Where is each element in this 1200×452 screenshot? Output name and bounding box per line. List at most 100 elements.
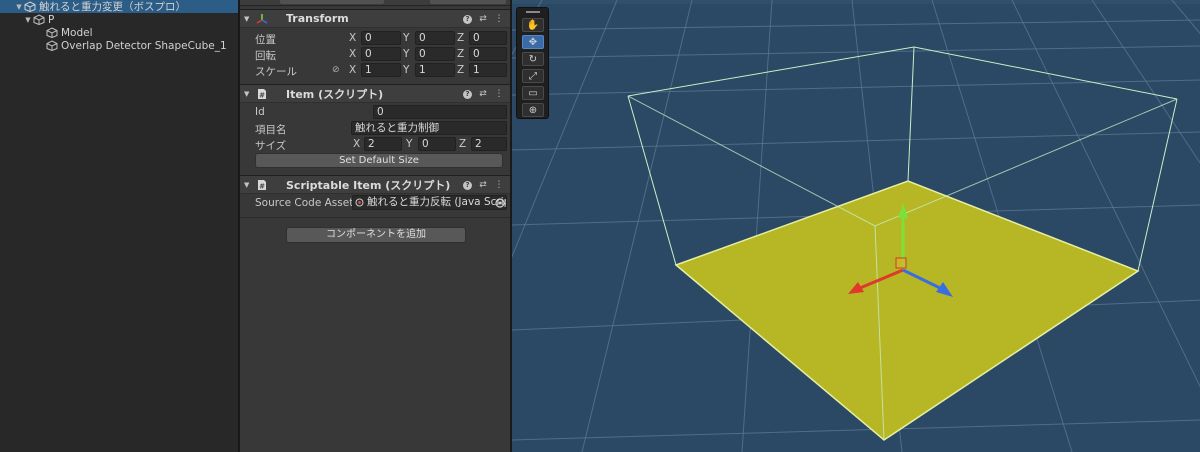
scale-label: スケール xyxy=(255,66,297,78)
hierarchy-item-label: 触れると重力変更（ボスプロ） xyxy=(39,1,186,13)
script-icon: # xyxy=(258,89,266,100)
scale-tool-button[interactable]: ⤢ xyxy=(522,69,544,83)
rotate-tool-button[interactable]: ↻ xyxy=(522,52,544,66)
rotation-y-field[interactable]: 0 xyxy=(415,47,455,61)
size-x-field[interactable]: 2 xyxy=(364,137,402,151)
layer-dropdown[interactable] xyxy=(430,0,506,4)
gizmo-plane-handle[interactable] xyxy=(895,257,907,269)
script-icon: # xyxy=(258,180,266,191)
rotation-label: 回転 xyxy=(255,50,276,62)
hierarchy-panel: ▼ 触れると重力変更（ボスプロ） ▼ P Model Overlap Detec… xyxy=(0,0,238,452)
scale-z-field[interactable]: 1 xyxy=(469,63,507,77)
inspector-top-strip xyxy=(240,0,510,6)
gameobject-cube-icon xyxy=(24,1,36,12)
axis-z-label[interactable]: Z xyxy=(457,32,464,44)
axis-y-label[interactable]: Y xyxy=(403,64,409,76)
scale-x-field[interactable]: 1 xyxy=(361,63,401,77)
fold-arrow-icon[interactable]: ▼ xyxy=(14,3,24,11)
rect-tool-button[interactable]: ▭ xyxy=(522,86,544,100)
tool-strip: ✋ ✥ ↻ ⤢ ▭ ⊕ xyxy=(516,7,549,119)
svg-text:#: # xyxy=(259,183,265,191)
id-label: Id xyxy=(255,106,265,118)
position-label: 位置 xyxy=(255,34,276,46)
component-title: Scriptable Item (スクリプト) xyxy=(286,178,451,192)
component-title: Transform xyxy=(286,12,349,25)
axis-x-label[interactable]: X xyxy=(353,138,360,150)
position-y-field[interactable]: 0 xyxy=(415,31,455,45)
scale-icon: ⤢ xyxy=(529,70,537,82)
hierarchy-item-label: Overlap Detector ShapeCube_1 xyxy=(61,39,227,52)
hierarchy-item-model[interactable]: Model xyxy=(0,26,238,39)
menu-icon[interactable]: ⋮ xyxy=(494,13,504,25)
gameobject-cube-icon xyxy=(46,27,58,38)
rotate-icon: ↻ xyxy=(528,53,538,65)
move-icon: ✥ xyxy=(528,36,538,48)
scene-view[interactable]: ✋ ✥ ↻ ⤢ ▭ ⊕ xyxy=(510,0,1200,452)
fold-arrow-icon[interactable]: ▼ xyxy=(244,15,249,23)
transform-header[interactable]: ▼ Transform ? ⇄ ⋮ xyxy=(240,9,510,28)
size-label: サイズ xyxy=(255,140,287,152)
inspector-panel: ▼ Transform ? ⇄ ⋮ 位置 X 0 Y 0 Z 0 回転 X 0 … xyxy=(240,0,510,452)
scale-y-field[interactable]: 1 xyxy=(415,63,455,77)
add-component-button[interactable]: コンポーネントを追加 xyxy=(286,227,466,243)
transform-tool-button[interactable]: ⊕ xyxy=(522,103,544,117)
rotation-x-field[interactable]: 0 xyxy=(361,47,401,61)
hierarchy-item-root[interactable]: ▼ 触れると重力変更（ボスプロ） xyxy=(0,0,238,13)
id-field[interactable]: 0 xyxy=(373,105,507,119)
item-name-field[interactable]: 触れると重力制御 xyxy=(351,121,507,135)
presets-icon[interactable]: ⇄ xyxy=(478,179,488,191)
move-tool-button[interactable]: ✥ xyxy=(522,35,544,49)
hierarchy-item-overlap-detector[interactable]: Overlap Detector ShapeCube_1 xyxy=(0,39,238,52)
item-script-header[interactable]: ▼ # Item (スクリプト) ? ⇄ ⋮ xyxy=(240,84,510,103)
fold-arrow-icon[interactable]: ▼ xyxy=(244,90,249,98)
axis-z-label[interactable]: Z xyxy=(457,64,464,76)
axis-y-label[interactable]: Y xyxy=(406,138,412,150)
item-name-label: 項目名 xyxy=(255,124,287,136)
axis-y-label[interactable]: Y xyxy=(403,32,409,44)
source-code-asset-label: Source Code Asset xyxy=(255,197,354,209)
hand-icon: ✋ xyxy=(526,19,540,31)
asset-icon xyxy=(355,198,364,207)
gameobject-cube-icon xyxy=(33,14,45,25)
position-z-field[interactable]: 0 xyxy=(469,31,507,45)
drag-handle[interactable] xyxy=(526,11,540,13)
position-x-field[interactable]: 0 xyxy=(361,31,401,45)
rotation-z-field[interactable]: 0 xyxy=(469,47,507,61)
presets-icon[interactable]: ⇄ xyxy=(478,88,488,100)
section-divider xyxy=(240,217,510,218)
transform-icon: ⊕ xyxy=(528,104,538,116)
scene-canvas[interactable] xyxy=(512,0,1200,452)
rect-icon: ▭ xyxy=(528,87,538,99)
tag-dropdown[interactable] xyxy=(280,0,384,4)
source-code-asset-value: 触れると重力反転 (Java Script xyxy=(367,196,507,208)
presets-icon[interactable]: ⇄ xyxy=(478,13,488,25)
component-title: Item (スクリプト) xyxy=(286,87,384,101)
size-z-field[interactable]: 2 xyxy=(471,137,507,151)
menu-icon[interactable]: ⋮ xyxy=(494,88,504,100)
axis-x-label[interactable]: X xyxy=(349,48,356,60)
hierarchy-item-p[interactable]: ▼ P xyxy=(0,13,238,26)
axis-y-label[interactable]: Y xyxy=(403,48,409,60)
svg-text:#: # xyxy=(259,92,265,100)
axis-x-label[interactable]: X xyxy=(349,32,356,44)
fold-arrow-icon[interactable]: ▼ xyxy=(244,181,249,189)
transform-icon xyxy=(256,14,268,24)
hierarchy-item-label: Model xyxy=(61,26,93,39)
help-icon[interactable]: ? xyxy=(463,14,472,24)
hierarchy-item-label: P xyxy=(48,13,55,26)
size-y-field[interactable]: 0 xyxy=(418,137,456,151)
axis-z-label[interactable]: Z xyxy=(457,48,464,60)
object-picker-icon[interactable] xyxy=(495,198,505,208)
gameobject-cube-icon xyxy=(46,40,58,51)
constrain-proportions-icon[interactable]: ⊘ xyxy=(332,65,340,75)
help-icon[interactable]: ? xyxy=(463,89,472,99)
menu-icon[interactable]: ⋮ xyxy=(494,179,504,191)
axis-z-label[interactable]: Z xyxy=(459,138,466,150)
hand-tool-button[interactable]: ✋ xyxy=(522,18,544,32)
set-default-size-button[interactable]: Set Default Size xyxy=(255,153,503,168)
axis-x-label[interactable]: X xyxy=(349,64,356,76)
source-code-asset-field[interactable]: 触れると重力反転 (Java Script xyxy=(352,195,507,210)
scriptable-item-header[interactable]: ▼ # Scriptable Item (スクリプト) ? ⇄ ⋮ xyxy=(240,175,510,194)
help-icon[interactable]: ? xyxy=(463,180,472,190)
fold-arrow-icon[interactable]: ▼ xyxy=(23,16,33,24)
